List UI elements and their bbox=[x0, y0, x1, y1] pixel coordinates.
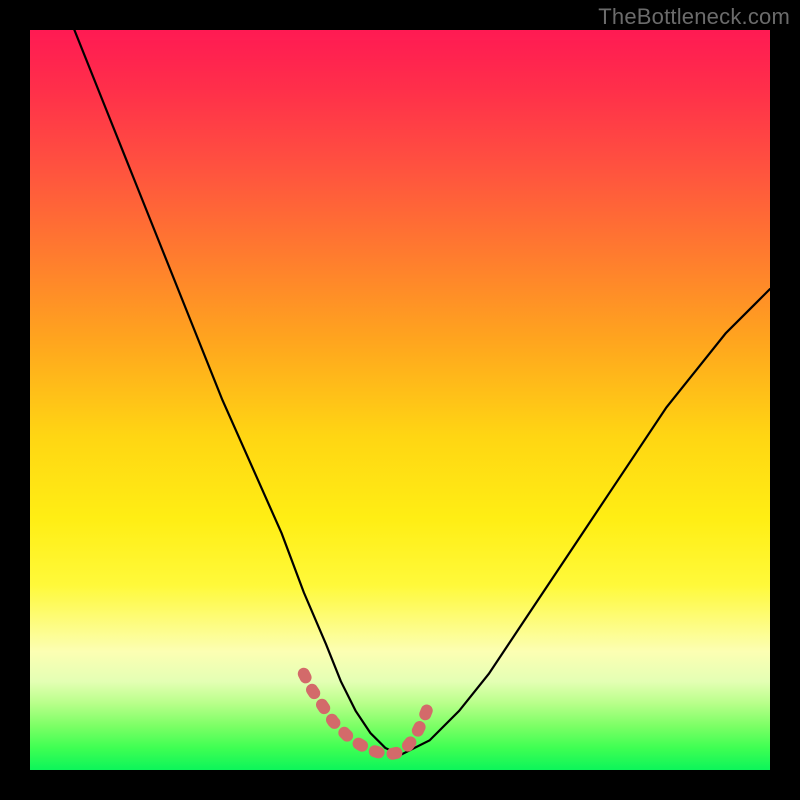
bottleneck-curve bbox=[74, 30, 770, 755]
watermark-text: TheBottleneck.com bbox=[598, 4, 790, 30]
chart-frame: TheBottleneck.com bbox=[0, 0, 800, 800]
chart-plot-area bbox=[30, 30, 770, 770]
optimal-range-marker bbox=[304, 674, 430, 754]
chart-svg bbox=[30, 30, 770, 770]
